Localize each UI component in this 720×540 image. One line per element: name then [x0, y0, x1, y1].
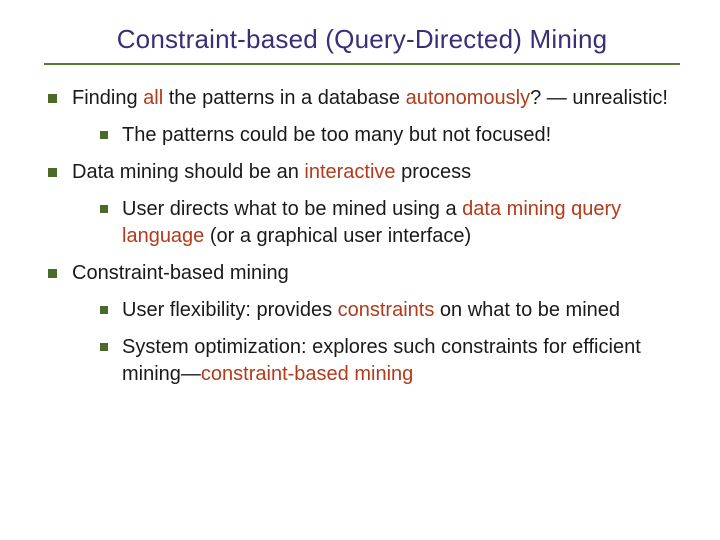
sub-bullet: User directs what to be mined using a da… [96, 196, 680, 250]
text: process [396, 161, 472, 183]
sub-bullet: User flexibility: provides constraints o… [96, 297, 680, 324]
emphasis: constraint-based mining [201, 363, 413, 385]
sub-list: User flexibility: provides constraints o… [96, 297, 680, 388]
bullet-3: Constraint-based mining User flexibility… [44, 260, 680, 388]
emphasis: constraints [338, 299, 435, 321]
emphasis: all [143, 87, 163, 109]
bullet-1: Finding all the patterns in a database a… [44, 85, 680, 149]
slide: Constraint-based (Query-Directed) Mining… [0, 0, 720, 540]
bullet-list: Finding all the patterns in a database a… [44, 85, 680, 388]
text: ? — unrealistic! [530, 87, 668, 109]
emphasis: interactive [304, 161, 395, 183]
slide-body: Finding all the patterns in a database a… [44, 85, 680, 388]
text: The patterns could be too many but not f… [122, 124, 551, 146]
text: User flexibility: provides [122, 299, 338, 321]
text: Finding [72, 87, 143, 109]
text: User directs what to be mined using a [122, 198, 462, 220]
sub-list: The patterns could be too many but not f… [96, 122, 680, 149]
text: Constraint-based mining [72, 262, 289, 284]
text: the patterns in a database [163, 87, 405, 109]
sub-bullet: System optimization: explores such const… [96, 334, 680, 388]
title-underline [44, 63, 680, 65]
sub-bullet: The patterns could be too many but not f… [96, 122, 680, 149]
bullet-2: Data mining should be an interactive pro… [44, 159, 680, 250]
text: on what to be mined [434, 299, 620, 321]
emphasis: autonomously [406, 87, 531, 109]
text: (or a graphical user interface) [204, 225, 471, 247]
slide-title: Constraint-based (Query-Directed) Mining [44, 24, 680, 55]
sub-list: User directs what to be mined using a da… [96, 196, 680, 250]
text: Data mining should be an [72, 161, 304, 183]
